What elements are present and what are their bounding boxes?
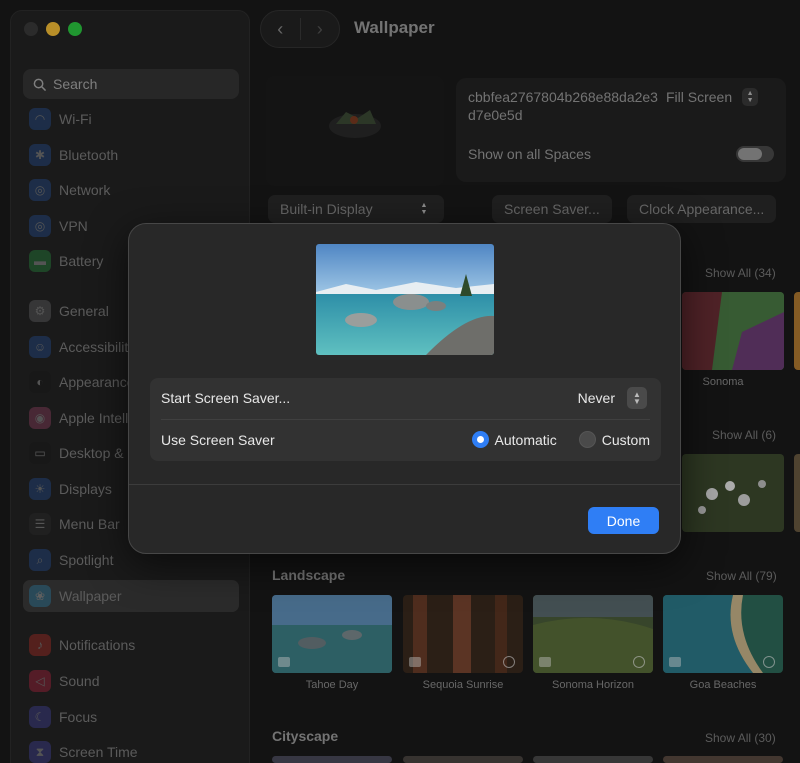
custom-radio[interactable] [578,431,596,448]
done-button[interactable]: Done [588,507,659,534]
row-divider [161,419,650,420]
start-screen-saver-label: Start Screen Saver... [161,390,291,406]
screen-saver-preview [316,244,494,355]
custom-radio-label[interactable]: Custom [602,432,650,448]
use-screen-saver-radio-group: Automatic Custom [471,431,650,448]
screen-saver-preview-image [316,244,494,355]
screen-saver-sheet: Start Screen Saver... Never ▲ ▼ Use Scree… [128,223,681,554]
automatic-radio-label[interactable]: Automatic [495,432,557,448]
start-screen-saver-select[interactable]: Never ▲ ▼ [578,387,647,409]
screen-saver-settings: Start Screen Saver... Never ▲ ▼ Use Scree… [150,378,661,461]
automatic-radio[interactable] [471,431,489,448]
start-screen-saver-value: Never [577,390,615,406]
sheet-divider [129,484,680,485]
select-stepper-icon: ▲ ▼ [627,387,647,409]
use-screen-saver-label: Use Screen Saver [161,432,275,448]
